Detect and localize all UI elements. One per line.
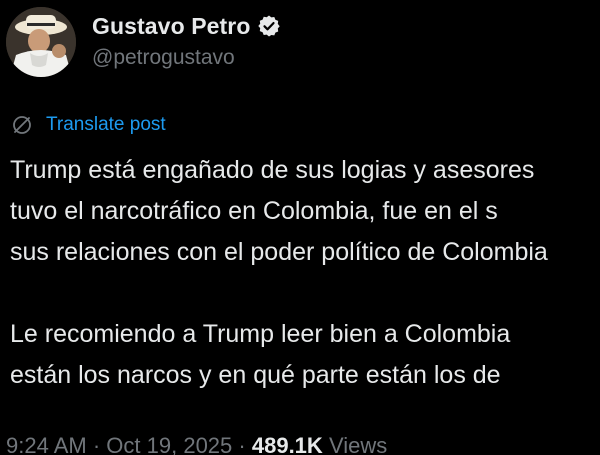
post-metadata: 9:24 AM · Oct 19, 2025 · 489.1K Views	[6, 432, 387, 455]
post-text-line: tuvo el narcotráfico en Colombia, fue en…	[10, 197, 498, 225]
post-text-line: Trump está engañado de sus logias y ases…	[10, 156, 535, 184]
verified-badge-icon	[257, 14, 281, 38]
translate-globe-icon	[10, 113, 34, 137]
post-date[interactable]: Oct 19, 2025	[106, 433, 232, 455]
post-time[interactable]: 9:24 AM	[6, 433, 87, 455]
paragraph-break	[10, 273, 600, 314]
post-text-line: sus relaciones con el poder político de …	[10, 238, 548, 266]
avatar-image	[6, 7, 76, 77]
name-row: Gustavo Petro	[92, 10, 281, 42]
author-handle[interactable]: @petrogustavo	[92, 46, 235, 70]
post-text-line: Le recomiendo a Trump leer bien a Colomb…	[10, 320, 511, 348]
views-label: Views	[328, 433, 388, 455]
translate-post-link[interactable]: Translate post	[10, 112, 166, 138]
views-count[interactable]: 489.1K	[252, 433, 323, 455]
meta-separator: ·	[238, 433, 246, 455]
author-display-name[interactable]: Gustavo Petro	[92, 13, 251, 40]
avatar[interactable]	[6, 7, 76, 77]
post-text: Trump está engañado de sus logias y ases…	[10, 150, 600, 396]
translate-post-label[interactable]: Translate post	[46, 114, 166, 136]
meta-separator: ·	[92, 433, 101, 455]
post-text-line: están los narcos y en qué parte están lo…	[10, 361, 501, 389]
